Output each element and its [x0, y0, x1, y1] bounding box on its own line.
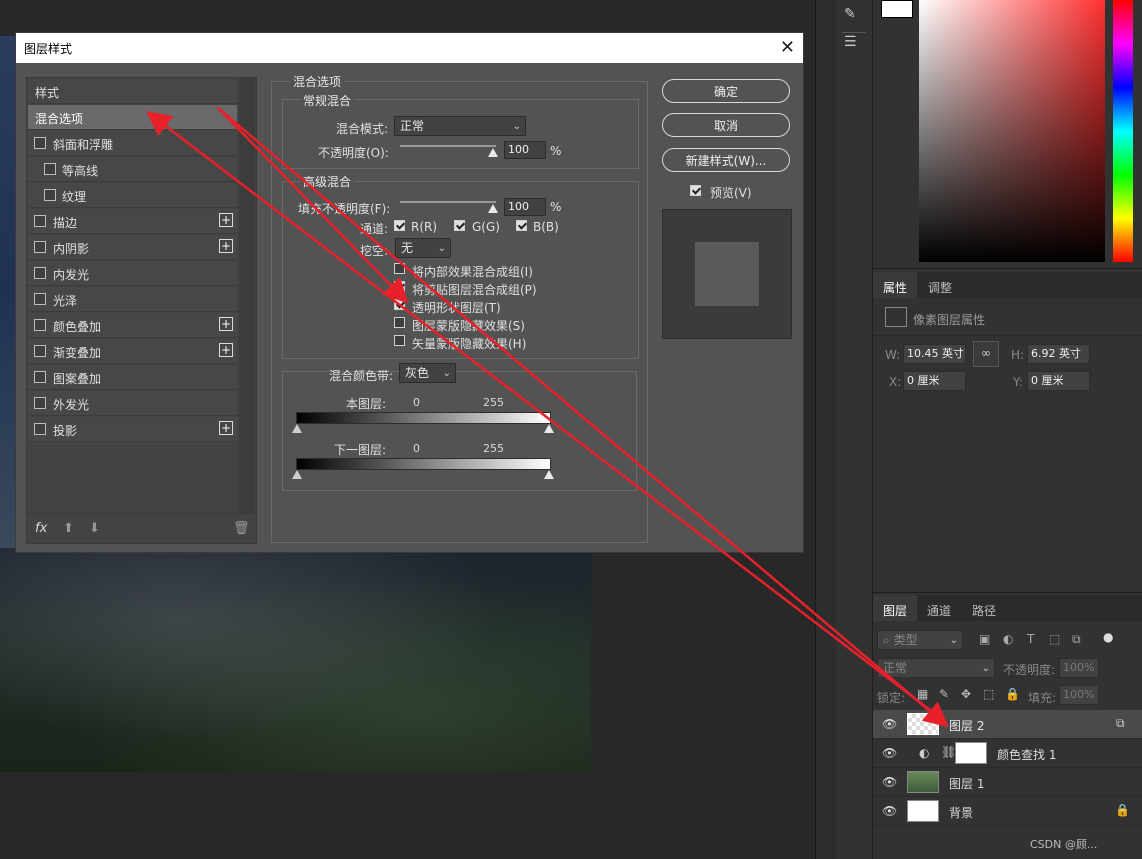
arrow-to-layer2	[217, 107, 949, 728]
arrow-to-blend-options	[146, 110, 944, 721]
annotation-arrows	[146, 107, 949, 728]
arrow-to-clipped-option	[217, 107, 409, 304]
